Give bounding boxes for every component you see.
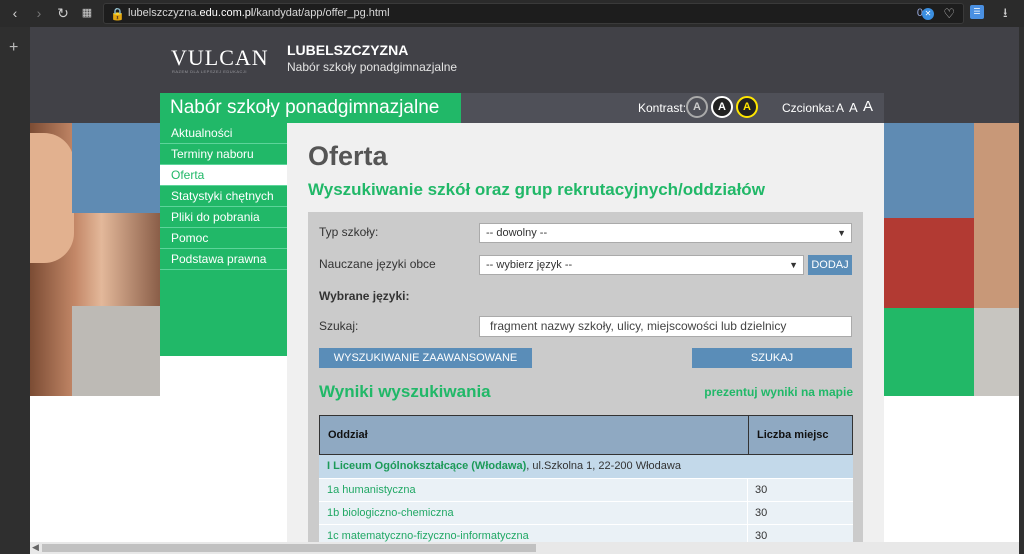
side-navigation: Aktualności Terminy naboru Oferta Statys… — [160, 123, 287, 356]
font-size-label: Czcionka: — [782, 101, 835, 115]
decorative-photo-right — [884, 123, 1019, 396]
scrollbar-thumb[interactable] — [42, 544, 536, 552]
column-divider — [748, 416, 749, 454]
advanced-search-button[interactable]: WYSZUKIWANIE ZAAWANSOWANE — [319, 348, 532, 368]
chevron-down-icon: ▼ — [789, 260, 798, 270]
browser-toolbar: ‹ › ↻ ▦ 🔒 lubelszczyzna.edu.com.pl/kandy… — [0, 0, 1024, 27]
region-subtitle: Nabór szkoły ponadgimnazjalne — [287, 60, 458, 74]
search-panel: Typ szkoły: -- dowolny -- ▼ Nauczane jęz… — [308, 212, 863, 554]
table-row[interactable]: 1a humanistyczna 30 — [319, 478, 853, 502]
color-block — [884, 123, 974, 218]
branch-name[interactable]: 1c matematyczno-fizyczno-informatyczna — [327, 530, 529, 542]
color-block — [884, 218, 974, 308]
places-count: 30 — [755, 507, 768, 519]
student-photo — [30, 133, 74, 263]
adblock-icon[interactable]: ✕ — [922, 8, 934, 20]
languages-label: Nauczane języki obce — [319, 257, 436, 271]
region-title: LUBELSZCZYZNA — [287, 42, 409, 58]
nav-item-aktualnosci[interactable]: Aktualności — [160, 123, 287, 144]
search-input[interactable]: fragment nazwy szkoły, ulicy, miejscowoś… — [479, 316, 852, 337]
table-header: Oddział Liczba miejsc — [319, 415, 853, 455]
decorative-photo-left — [30, 123, 160, 396]
translate-icon[interactable]: ☰ — [970, 5, 984, 19]
url-text: lubelszczyzna.edu.com.pl/kandydat/app/of… — [128, 7, 390, 19]
nav-item-podstawa-prawna[interactable]: Podstawa prawna — [160, 249, 287, 270]
font-large-button[interactable]: A — [863, 98, 873, 115]
school-type-select[interactable]: -- dowolny -- ▼ — [479, 223, 852, 243]
page-subtitle: Wyszukiwanie szkół oraz grup rekrutacyjn… — [308, 180, 765, 199]
tabs-grid-icon[interactable]: ▦ — [78, 4, 96, 22]
branch-name[interactable]: 1a humanistyczna — [327, 484, 416, 496]
student-photo — [974, 123, 1019, 308]
school-address: , ul.Szkolna 1, 22-200 Włodawa — [526, 460, 681, 472]
contrast-yellow-button[interactable]: A — [736, 96, 758, 118]
address-bar[interactable]: 🔒 lubelszczyzna.edu.com.pl/kandydat/app/… — [103, 3, 964, 24]
nav-item-oferta[interactable]: Oferta — [160, 165, 287, 186]
color-block — [884, 308, 974, 396]
lock-icon: 🔒 — [110, 7, 125, 21]
selected-languages-label: Wybrane języki: — [319, 289, 410, 303]
places-count: 30 — [755, 530, 768, 542]
color-block — [72, 123, 160, 213]
show-on-map-link[interactable]: prezentuj wyniki na mapie — [704, 385, 853, 399]
branch-name[interactable]: 1b biologiczno-chemiczna — [327, 507, 454, 519]
results-table: Oddział Liczba miejsc I Liceum Ogólnoksz… — [319, 415, 853, 548]
forward-icon[interactable]: › — [30, 4, 48, 22]
school-type-value: -- dowolny -- — [486, 227, 548, 239]
places-count: 30 — [755, 484, 768, 496]
plus-icon[interactable]: + — [9, 39, 18, 57]
site-header: VULCAN RAZEM DLA LEPSZEJ EDUKACJI LUBELS… — [30, 27, 1019, 93]
table-row[interactable]: 1b biologiczno-chemiczna 30 — [319, 501, 853, 525]
column-divider — [747, 502, 748, 525]
logo-tagline: RAZEM DLA LEPSZEJ EDUKACJI — [172, 69, 248, 74]
query-label: Szukaj: — [319, 319, 359, 333]
column-header-places[interactable]: Liczba miejsc — [757, 429, 829, 441]
main-content: Oferta Wyszukiwanie szkół oraz grup rekr… — [287, 123, 884, 554]
heart-icon[interactable]: ♡ — [943, 6, 955, 22]
chevron-down-icon: ▼ — [837, 228, 846, 238]
back-icon[interactable]: ‹ — [6, 4, 24, 22]
font-small-button[interactable]: A — [836, 101, 844, 115]
contrast-high-button[interactable]: A — [711, 96, 733, 118]
nav-item-terminy-naboru[interactable]: Terminy naboru — [160, 144, 287, 165]
font-medium-button[interactable]: A — [849, 100, 858, 115]
contrast-label: Kontrast: — [638, 101, 687, 115]
page-title: Oferta — [308, 141, 388, 171]
vulcan-logo[interactable]: VULCAN — [171, 45, 269, 71]
reload-icon[interactable]: ↻ — [54, 4, 72, 22]
school-row[interactable]: I Liceum Ogólnokształcące (Włodawa), ul.… — [319, 455, 853, 478]
download-icon[interactable]: ⭳ — [1003, 4, 1008, 26]
color-block — [72, 306, 160, 396]
add-language-button[interactable]: DODAJ — [808, 255, 852, 275]
nav-item-pomoc[interactable]: Pomoc — [160, 228, 287, 249]
section-title: Nabór szkoły ponadgimnazjalne — [160, 93, 461, 123]
column-header-branch[interactable]: Oddział — [328, 429, 368, 441]
scroll-left-icon[interactable]: ◀ — [32, 542, 39, 553]
languages-value: -- wybierz język -- — [486, 259, 573, 271]
nav-item-statystyki[interactable]: Statystyki chętnych — [160, 186, 287, 207]
contrast-default-button[interactable]: A — [686, 96, 708, 118]
results-title: Wyniki wyszukiwania — [319, 382, 491, 401]
column-divider — [747, 479, 748, 502]
browser-sidebar: + — [0, 27, 30, 554]
horizontal-scrollbar[interactable]: ◀ — [30, 542, 1019, 554]
search-button[interactable]: SZUKAJ — [692, 348, 852, 368]
school-type-label: Typ szkoły: — [319, 225, 379, 239]
languages-select[interactable]: -- wybierz język -- ▼ — [479, 255, 804, 275]
school-name[interactable]: I Liceum Ogólnokształcące (Włodawa) — [327, 460, 526, 472]
right-edge — [1019, 27, 1024, 554]
nav-item-pliki[interactable]: Pliki do pobrania — [160, 207, 287, 228]
